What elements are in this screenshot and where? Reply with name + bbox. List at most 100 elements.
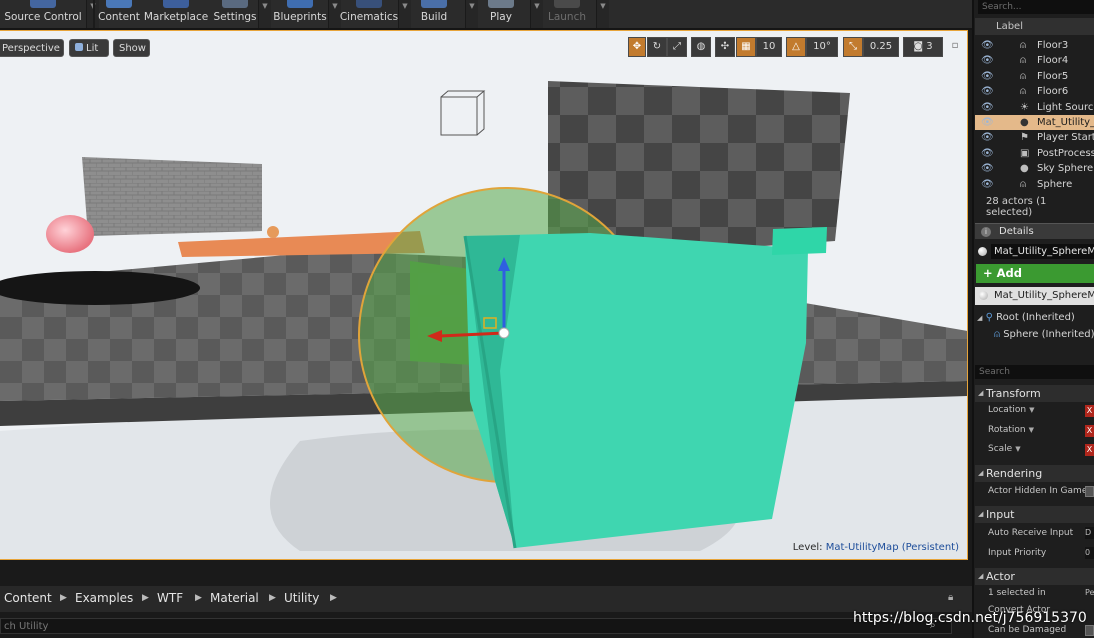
scale-snap-icon[interactable]: ⤡ [843, 37, 863, 57]
play-icon [488, 0, 514, 8]
grid-snap-icon[interactable]: ▦ [736, 37, 756, 57]
crumb-material[interactable]: Material [210, 591, 259, 605]
scene-render [0, 31, 967, 559]
launch-dropdown[interactable]: ▼ [596, 0, 609, 28]
can-be-damaged-checkbox[interactable] [1085, 625, 1094, 636]
brick-block [82, 157, 262, 236]
maximize-viewport-icon[interactable]: ▫ [948, 37, 962, 57]
category-rendering[interactable]: ◢ Rendering [975, 465, 1094, 482]
figure-icon: ⍝ [994, 329, 1000, 340]
cinematics-dropdown[interactable]: ▼ [398, 0, 411, 28]
crumb-arrow-icon[interactable]: ▶ [60, 593, 67, 603]
outliner-row[interactable]: 👁︎ ⍝ Floor5 [975, 69, 1094, 84]
lock-icon[interactable]: 🔒︎ [948, 592, 953, 603]
level-label: Level: Mat-UtilityMap (Persistent) [792, 542, 959, 553]
outliner-row-label: Floor4 [1037, 55, 1069, 67]
scale-snap-value[interactable]: 0.25 [863, 37, 899, 57]
outliner-row[interactable]: 👁︎ ☀ Light Source [975, 100, 1094, 115]
actor-count: 28 actors (1 selected) [986, 196, 1047, 218]
scale-x-field[interactable]: X [1085, 444, 1094, 456]
outliner-row[interactable]: 👁︎ ⍝ Sphere [975, 177, 1094, 192]
build-button[interactable]: Build [412, 0, 456, 28]
lit-button[interactable]: Lit [69, 39, 109, 57]
source-control-button[interactable]: Source Control [0, 0, 86, 28]
crumb-examples[interactable]: Examples [75, 591, 133, 605]
settings-button[interactable]: Settings [210, 0, 260, 28]
visibility-eye-icon[interactable]: 👁︎ [981, 146, 994, 161]
perspective-button[interactable]: Perspective [0, 39, 64, 57]
build-dropdown[interactable]: ▼ [465, 0, 478, 28]
tree-child[interactable]: ⍝ Sphere (Inherited) [994, 329, 1094, 340]
visibility-eye-icon[interactable]: 👁︎ [981, 53, 994, 68]
visibility-eye-icon[interactable]: 👁︎ [981, 84, 994, 99]
visibility-eye-icon[interactable]: 👁︎ [981, 38, 994, 53]
sphere-icon [979, 291, 988, 300]
outliner-label-column[interactable]: Label [975, 18, 1094, 35]
add-component-button[interactable]: + Add Component [976, 264, 1094, 299]
gizmo-pivot[interactable] [498, 327, 510, 339]
location-label[interactable]: Location ▼ [988, 405, 1034, 415]
translate-tool-icon[interactable]: ✥ [628, 37, 646, 57]
crumb-wtf[interactable]: WTF [157, 591, 183, 605]
hidden-in-game-checkbox[interactable] [1085, 486, 1094, 497]
scale-tool-icon[interactable]: ⤢ [667, 37, 687, 57]
camera-icon: ◙ [913, 41, 927, 52]
rotation-snap-icon[interactable]: △ [786, 37, 806, 57]
input-priority-field[interactable]: 0 [1085, 547, 1094, 559]
outliner-row[interactable]: 👁︎ ● Mat_Utility_S [975, 115, 1094, 130]
show-button[interactable]: Show [113, 39, 150, 57]
category-input[interactable]: ◢ Input [975, 506, 1094, 523]
crumb-content[interactable]: Content [4, 591, 52, 605]
launch-button[interactable]: Launch [544, 0, 590, 28]
visibility-eye-icon[interactable]: 👁︎ [981, 69, 994, 84]
location-x-field[interactable]: X [1085, 405, 1094, 417]
outliner-search-input[interactable]: Search... [978, 0, 1094, 14]
outliner-row[interactable]: 👁︎ ⍝ Floor6 [975, 84, 1094, 99]
marketplace-button[interactable]: Marketplace [143, 0, 209, 28]
level-viewport[interactable]: Perspective Lit Show ✥ ↻ ⤢ ◍ ✣ ▦ 10 △ 10… [0, 30, 968, 560]
rotate-tool-icon[interactable]: ↻ [647, 37, 667, 57]
crumb-utility[interactable]: Utility [284, 591, 319, 605]
visibility-eye-icon[interactable]: 👁︎ [981, 100, 994, 115]
crumb-arrow-icon[interactable]: ▶ [330, 593, 337, 603]
crumb-arrow-icon[interactable]: ▶ [142, 593, 149, 603]
rotation-snap-value[interactable]: 10° [806, 37, 838, 57]
cinematics-button[interactable]: Cinematics [338, 0, 400, 28]
collapse-icon: ◢ [978, 389, 984, 397]
tree-root[interactable]: ◢ ⚲ Root (Inherited) [977, 312, 1075, 323]
surface-snap-icon[interactable]: ✣ [715, 37, 735, 57]
visibility-eye-icon[interactable]: 👁︎ [981, 130, 994, 145]
collapse-icon: ◢ [978, 510, 984, 518]
crumb-arrow-icon[interactable]: ▶ [269, 593, 276, 603]
outliner-row[interactable]: 👁︎ ● Sky Sphere [975, 161, 1094, 176]
category-transform[interactable]: ◢ Transform [975, 385, 1094, 402]
category-actor[interactable]: ◢ Actor [975, 568, 1094, 585]
asset-search-input[interactable]: ch Utility [0, 618, 952, 634]
grid-snap-value[interactable]: 10 [756, 37, 782, 57]
outliner-row[interactable]: 👁︎ ▣ PostProcess [975, 146, 1094, 161]
tab-details[interactable]: i Details [975, 223, 1094, 239]
outliner-row[interactable]: 👁︎ ⚑ Player Start [975, 130, 1094, 145]
outliner-row[interactable]: 👁︎ ⍝ Floor3 [975, 38, 1094, 53]
visibility-eye-icon[interactable]: 👁︎ [981, 177, 994, 192]
play-button[interactable]: Play [480, 0, 522, 28]
actor-name-field[interactable]: Mat_Utility_SphereMa [991, 244, 1094, 259]
details-search-input[interactable]: Search [975, 365, 1094, 379]
crumb-arrow-icon[interactable]: ▶ [195, 593, 202, 603]
rotation-label[interactable]: Rotation ▼ [988, 425, 1034, 435]
figure-icon: ⍝ [1020, 178, 1026, 190]
rotation-x-field[interactable]: X [1085, 425, 1094, 437]
settings-dropdown[interactable]: ▼ [258, 0, 271, 28]
world-space-icon[interactable]: ◍ [691, 37, 711, 57]
play-dropdown[interactable]: ▼ [530, 0, 543, 28]
visibility-eye-icon[interactable]: 👁︎ [981, 115, 994, 130]
scale-label[interactable]: Scale ▼ [988, 444, 1021, 454]
content-button[interactable]: Content [96, 0, 142, 28]
outliner-row-label: Player Start [1037, 132, 1094, 144]
blueprints-button[interactable]: Blueprints [271, 0, 329, 28]
camera-speed-button[interactable]: ◙ 3 [903, 37, 943, 57]
collapse-icon: ◢ [978, 469, 984, 477]
outliner-row[interactable]: 👁︎ ⍝ Floor4 [975, 53, 1094, 68]
visibility-eye-icon[interactable]: 👁︎ [981, 161, 994, 176]
auto-receive-input-dropdown[interactable]: D [1085, 527, 1094, 539]
